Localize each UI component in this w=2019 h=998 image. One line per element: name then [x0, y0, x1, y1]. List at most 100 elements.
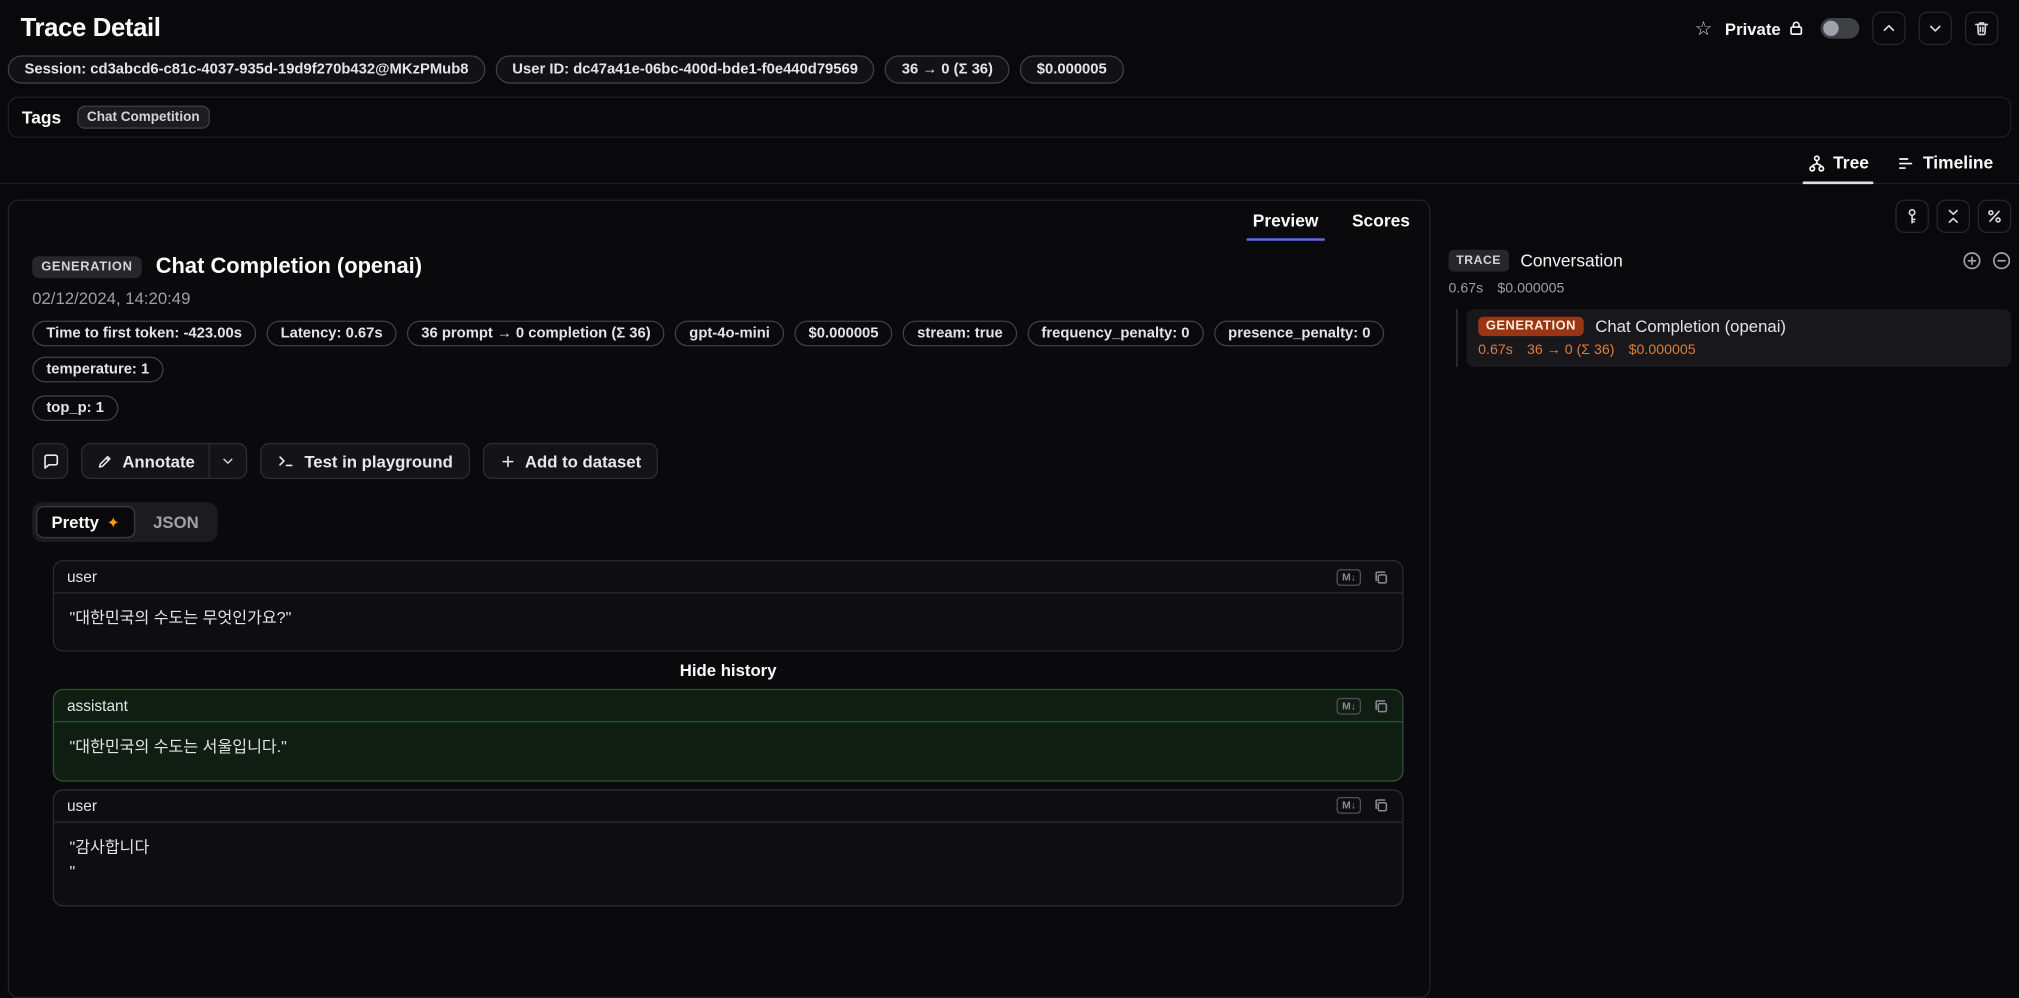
terminal-icon: [277, 452, 295, 470]
markdown-toggle-icon[interactable]: M↓: [1336, 797, 1361, 815]
trace-row-actions: [1962, 251, 2011, 270]
observation-actions: Annotate Test in playground Add to datas…: [32, 442, 1406, 479]
copy-icon[interactable]: [1373, 797, 1390, 814]
observation-detail: GENERATION Chat Completion (openai) 02/1…: [9, 253, 1429, 543]
header-actions: ☆ Private: [1695, 11, 1999, 46]
message-header: user M↓: [54, 790, 1403, 823]
tab-tree[interactable]: Tree: [1795, 145, 1882, 185]
format-toggle: Pretty ✦ JSON: [32, 502, 219, 543]
add-to-dataset-button[interactable]: Add to dataset: [482, 442, 658, 479]
format-json-tab[interactable]: JSON: [138, 506, 214, 538]
tab-timeline[interactable]: Timeline: [1884, 145, 2006, 182]
generation-node-selected[interactable]: GENERATION Chat Completion (openai) 0.67…: [1466, 309, 2012, 367]
collapse-node-icon[interactable]: [1992, 251, 2011, 270]
trace-title: Conversation: [1520, 251, 1623, 271]
comment-button[interactable]: [32, 442, 69, 479]
session-pill[interactable]: Session: cd3abcd6-c81c-4037-935d-19d9f27…: [7, 55, 486, 84]
key-icon: [1903, 207, 1921, 225]
trace-latency: 0.67s: [1448, 280, 1484, 297]
delete-trace-button[interactable]: [1964, 11, 1999, 46]
message-header: assistant M↓: [54, 691, 1403, 723]
chevron-up-icon: [1880, 19, 1898, 37]
detail-badge: gpt-4o-mini: [675, 320, 785, 347]
observation-detail-badges: Time to first token: -423.00s Latency: 0…: [32, 320, 1406, 383]
tags-section: Tags Chat Competition: [7, 96, 2012, 138]
privacy-label: Private: [1724, 18, 1781, 38]
format-pretty-label: Pretty: [51, 512, 99, 532]
trace-detail-page: Trace Detail ☆ Private Session: cd3abcd6…: [0, 0, 2019, 998]
bookmark-star-icon[interactable]: ☆: [1695, 19, 1712, 38]
tag-chip[interactable]: Chat Competition: [76, 105, 210, 129]
annotate-dropdown-button[interactable]: [209, 444, 246, 478]
lock-icon: [1787, 19, 1805, 37]
hide-history-button[interactable]: Hide history: [672, 660, 784, 682]
tab-timeline-label: Timeline: [1922, 153, 1994, 173]
node-latency: 0.67s: [1478, 342, 1513, 358]
annotate-label: Annotate: [122, 451, 195, 471]
format-pretty-tab[interactable]: Pretty ✦: [36, 506, 136, 539]
trace-tree-panel: TRACE Conversation 0.67s $0.000005 GENER…: [1448, 199, 2012, 367]
tab-preview[interactable]: Preview: [1236, 203, 1335, 241]
tab-tree-label: Tree: [1833, 153, 1869, 173]
percent-icon: [1985, 207, 2003, 225]
test-in-playground-button[interactable]: Test in playground: [260, 442, 470, 479]
tree-toolbar: [1449, 199, 2012, 234]
previous-trace-button[interactable]: [1872, 11, 1906, 46]
node-cost: $0.000005: [1628, 342, 1696, 358]
node-title: Chat Completion (openai): [1595, 316, 1787, 337]
toggle-knob: [1823, 20, 1839, 37]
chevron-down-icon: [1926, 19, 1944, 37]
message-assistant: assistant M↓ "대한민국의 수도는 서울입니다.": [52, 689, 1404, 782]
detail-badge: temperature: 1: [32, 356, 164, 383]
markdown-toggle-icon[interactable]: M↓: [1336, 568, 1361, 586]
next-trace-button[interactable]: [1918, 11, 1953, 46]
main-content: Preview Scores GENERATION Chat Completio…: [0, 184, 2019, 998]
message-content: "대한민국의 수도는 서울입니다.": [69, 738, 287, 757]
annotate-split-button: Annotate: [81, 442, 248, 479]
expand-all-icon[interactable]: [1962, 251, 1981, 270]
public-toggle[interactable]: [1820, 18, 1860, 39]
message-tools: M↓: [1336, 697, 1390, 715]
detail-badge: presence_penalty: 0: [1213, 320, 1385, 347]
tags-label: Tags: [21, 107, 62, 127]
collapse-all-button[interactable]: [1936, 199, 1971, 234]
token-usage-pill: 36 → 0 (Σ 36): [885, 55, 1010, 84]
detail-badge: 36 prompt → 0 completion (Σ 36): [407, 320, 665, 347]
pen-icon: [97, 453, 114, 470]
tab-scores[interactable]: Scores: [1335, 203, 1426, 240]
trace-root-row[interactable]: TRACE Conversation: [1448, 249, 2012, 272]
toggle-metrics-button[interactable]: [1895, 199, 1929, 234]
observation-timestamp: 02/12/2024, 14:20:49: [32, 288, 191, 308]
toggle-percentages-button[interactable]: [1977, 199, 2012, 234]
copy-icon[interactable]: [1373, 698, 1390, 715]
detail-badge: stream: true: [903, 320, 1017, 347]
cost-pill: $0.000005: [1020, 55, 1124, 84]
panel-tabs: Preview Scores: [9, 201, 1429, 241]
timeline-icon: [1897, 154, 1915, 172]
comment-icon: [41, 452, 59, 470]
user-id-pill[interactable]: User ID: dc47a41e-06bc-400d-bde1-f0e440d…: [495, 55, 875, 84]
observation-detail-badges-row2: top_p: 1: [32, 395, 1406, 422]
observation-title: Chat Completion (openai): [155, 253, 423, 279]
generation-type-badge: GENERATION: [1478, 316, 1584, 337]
message-user-1: user M↓ "대한민국의 수도는 무엇인가요?": [52, 560, 1404, 653]
dataset-label: Add to dataset: [524, 451, 642, 471]
detail-badge: top_p: 1: [32, 395, 119, 422]
observation-panel: Preview Scores GENERATION Chat Completio…: [7, 199, 1431, 998]
node-header: GENERATION Chat Completion (openai): [1478, 316, 1999, 337]
trace-meta-row: Session: cd3abcd6-c81c-4037-935d-19d9f27…: [0, 50, 2019, 84]
node-stats: 0.67s 36 → 0 (Σ 36) $0.000005: [1478, 343, 1999, 358]
markdown-toggle-icon[interactable]: M↓: [1336, 697, 1361, 715]
message-role: assistant: [66, 697, 128, 716]
node-tokens: 36 → 0 (Σ 36): [1526, 342, 1615, 358]
observation-type-badge: GENERATION: [32, 255, 142, 278]
trace-type-badge: TRACE: [1448, 249, 1509, 272]
annotate-button[interactable]: Annotate: [82, 444, 209, 477]
message-role: user: [66, 567, 98, 586]
message-content: "대한민국의 수도는 무엇인가요?": [69, 609, 292, 628]
detail-badge: $0.000005: [794, 320, 893, 347]
detail-badge: frequency_penalty: 0: [1027, 320, 1204, 347]
copy-icon[interactable]: [1373, 568, 1390, 585]
page-title: Trace Detail: [20, 13, 161, 42]
view-tabs: Tree Timeline: [0, 145, 2019, 185]
